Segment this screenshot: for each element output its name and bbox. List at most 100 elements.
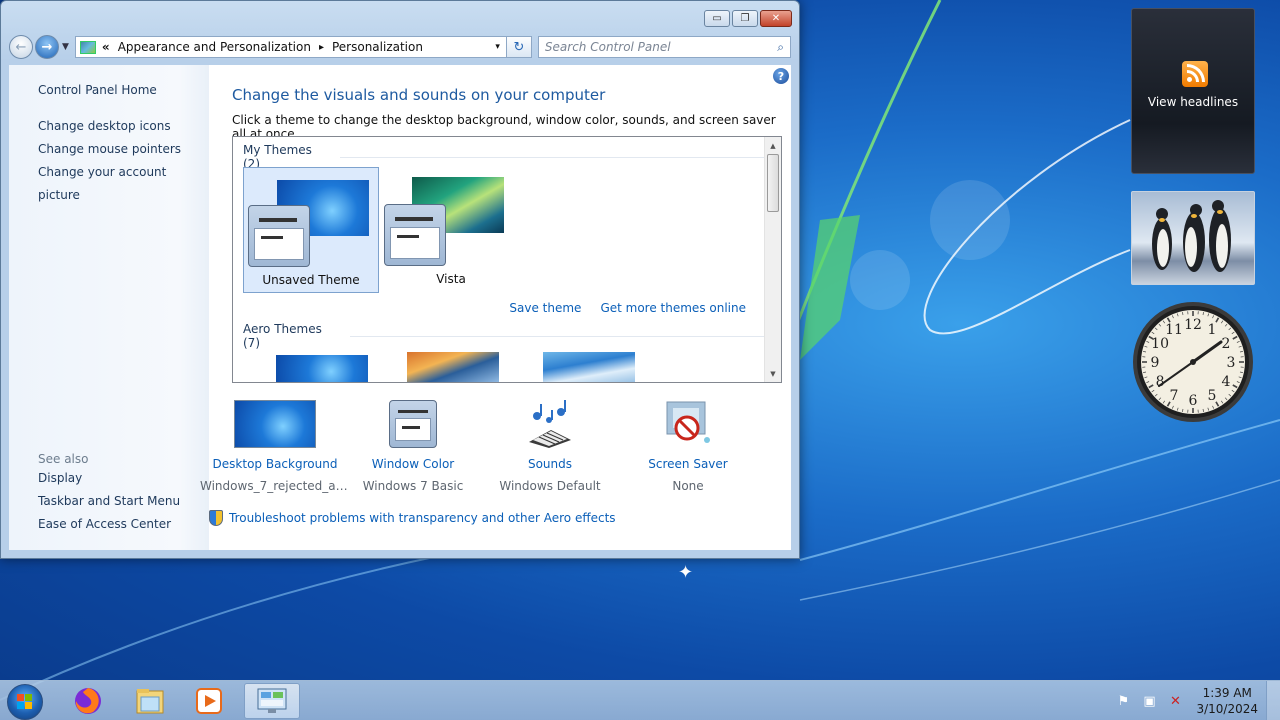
get-more-themes-link[interactable]: Get more themes online xyxy=(600,301,746,315)
clock-gadget[interactable]: 12 1234567891011 xyxy=(1131,300,1255,424)
breadcrumb-personalization[interactable]: Personalization xyxy=(332,40,423,54)
window-color-value: Windows 7 Basic xyxy=(362,479,464,493)
clock-numeral: 6 xyxy=(1189,393,1198,409)
change-account-picture-link[interactable]: Change your account picture xyxy=(38,161,209,207)
start-button[interactable] xyxy=(7,684,43,720)
address-dropdown-icon[interactable]: ▾ xyxy=(495,42,500,52)
main-content: ? Change the visuals and sounds on your … xyxy=(200,65,791,550)
media-player-icon xyxy=(196,688,222,714)
taskbar-firefox[interactable] xyxy=(60,683,116,719)
display-link[interactable]: Display xyxy=(38,467,180,490)
scroll-thumb[interactable] xyxy=(767,154,779,212)
back-button[interactable]: ← xyxy=(9,35,33,59)
refresh-icon: ↻ xyxy=(513,39,525,55)
feed-headlines-gadget[interactable]: View headlines xyxy=(1131,8,1255,174)
caption-buttons: ▭ ❐ ✕ xyxy=(704,10,792,27)
theme-vista[interactable]: Vista xyxy=(383,167,519,293)
sounds-option[interactable]: Sounds Windows Default xyxy=(475,400,625,493)
firefox-icon xyxy=(75,688,101,714)
ease-of-access-link[interactable]: Ease of Access Center xyxy=(38,513,180,536)
system-clock[interactable]: 1:39 AM 3/10/2024 xyxy=(1196,685,1258,717)
search-icon[interactable]: ⌕ xyxy=(777,40,784,55)
search-placeholder: Search Control Panel xyxy=(544,40,671,54)
theme-actions: Save theme Get more themes online xyxy=(509,301,746,315)
window-color-icon xyxy=(389,400,437,448)
system-tray: ⚑ ▣ ✕ 1:39 AM 3/10/2024 xyxy=(1114,681,1280,720)
breadcrumb-appearance[interactable]: Appearance and Personalization xyxy=(118,40,311,54)
clock-numeral: 1 xyxy=(1208,322,1217,338)
view-headlines-label[interactable]: View headlines xyxy=(1132,95,1254,109)
volume-muted-icon[interactable]: ✕ xyxy=(1166,692,1184,710)
clock-numeral: 7 xyxy=(1170,388,1179,404)
breadcrumb-separator-icon[interactable]: ▸ xyxy=(319,42,324,53)
close-button[interactable]: ✕ xyxy=(760,10,792,27)
penguins-photo xyxy=(1152,200,1231,272)
scroll-up-icon[interactable]: ▲ xyxy=(765,137,781,154)
group-divider xyxy=(349,335,764,337)
control-panel-home-link[interactable]: Control Panel Home xyxy=(38,79,209,102)
change-desktop-icons-link[interactable]: Change desktop icons xyxy=(38,115,209,138)
refresh-button[interactable]: ↻ xyxy=(506,36,532,58)
taskbar: ⚑ ▣ ✕ 1:39 AM 3/10/2024 xyxy=(0,680,1280,720)
forward-button[interactable]: → xyxy=(35,35,59,59)
shield-icon xyxy=(209,510,223,526)
screen-saver-option[interactable]: Screen Saver None xyxy=(613,400,763,493)
screen-saver-value: None xyxy=(672,479,704,493)
search-input[interactable]: Search Control Panel ⌕ xyxy=(537,36,791,58)
screen-saver-icon xyxy=(666,401,710,443)
aero-themes-header[interactable]: Aero Themes (7) xyxy=(243,322,764,350)
minimize-button[interactable]: ▭ xyxy=(704,10,730,27)
recent-pages-dropdown[interactable]: ▼ xyxy=(62,42,69,52)
see-also-links: Display Taskbar and Start Menu Ease of A… xyxy=(38,467,180,536)
screen-saver-label: Screen Saver xyxy=(648,457,728,471)
taskbar-explorer[interactable] xyxy=(122,683,178,719)
aero-theme-characters[interactable] xyxy=(543,352,635,382)
clock-numeral: 3 xyxy=(1227,355,1236,371)
control-panel-icon xyxy=(257,688,287,713)
network-icon[interactable]: ▣ xyxy=(1140,692,1158,710)
troubleshoot-aero-link[interactable]: Troubleshoot problems with transparency … xyxy=(229,511,616,525)
aero-theme-architecture[interactable] xyxy=(407,352,499,382)
see-also-heading: See also xyxy=(38,452,89,466)
desktop-background-option[interactable]: Desktop Background Windows_7_rejected_ar… xyxy=(200,400,350,493)
theme-options: Desktop Background Windows_7_rejected_ar… xyxy=(200,400,789,500)
maximize-button[interactable]: ❐ xyxy=(732,10,758,27)
address-bar[interactable]: « Appearance and Personalization ▸ Perso… xyxy=(74,36,507,58)
aero-themes-label: Aero Themes (7) xyxy=(243,322,322,350)
save-theme-link[interactable]: Save theme xyxy=(509,301,581,315)
themes-list[interactable]: My Themes (2) Unsaved Theme Vista Save t… xyxy=(232,136,782,383)
clock-numeral: 5 xyxy=(1208,388,1217,404)
desktop-background-label: Desktop Background xyxy=(212,457,338,471)
theme-label: Unsaved Theme xyxy=(262,273,360,287)
taskbar-control-panel[interactable] xyxy=(244,683,300,719)
clock-numeral: 2 xyxy=(1221,336,1230,352)
slideshow-gadget[interactable] xyxy=(1131,191,1255,285)
desktop-background-value: Windows_7_rejected_art... xyxy=(200,479,350,493)
clock-numeral: 11 xyxy=(1165,322,1183,338)
aero-theme-windows7[interactable] xyxy=(276,355,368,382)
svg-text:✦: ✦ xyxy=(678,562,693,583)
troubleshoot-row: Troubleshoot problems with transparency … xyxy=(209,510,616,526)
change-mouse-pointers-link[interactable]: Change mouse pointers xyxy=(38,138,209,161)
sounds-value: Windows Default xyxy=(499,479,601,493)
personalization-window: ▭ ❐ ✕ ← → ▼ « Appearance and Personaliza… xyxy=(0,0,800,559)
address-chevron[interactable]: « xyxy=(102,40,110,54)
taskbar-media-player[interactable] xyxy=(181,683,237,719)
clock-numeral: 10 xyxy=(1151,336,1169,352)
clock-time: 1:39 AM xyxy=(1202,686,1252,700)
group-divider xyxy=(339,156,764,158)
help-icon[interactable]: ? xyxy=(773,68,789,84)
sidebar: Control Panel Home Change desktop icons … xyxy=(9,65,209,550)
forward-arrow-icon: → xyxy=(41,39,53,55)
sounds-label: Sounds xyxy=(527,457,573,471)
show-desktop-button[interactable] xyxy=(1266,681,1280,720)
taskbar-start-menu-link[interactable]: Taskbar and Start Menu xyxy=(38,490,180,513)
clock-date: 3/10/2024 xyxy=(1196,702,1258,716)
theme-unsaved[interactable]: Unsaved Theme xyxy=(243,167,379,293)
window-color-option[interactable]: Window Color Windows 7 Basic xyxy=(338,400,488,493)
rss-icon xyxy=(1182,61,1208,87)
themes-scrollbar[interactable]: ▲ ▼ xyxy=(764,137,781,382)
navigation-bar: ← → ▼ « Appearance and Personalization ▸… xyxy=(9,35,791,59)
scroll-down-icon[interactable]: ▼ xyxy=(765,365,781,382)
action-center-flag-icon[interactable]: ⚑ xyxy=(1114,692,1132,710)
